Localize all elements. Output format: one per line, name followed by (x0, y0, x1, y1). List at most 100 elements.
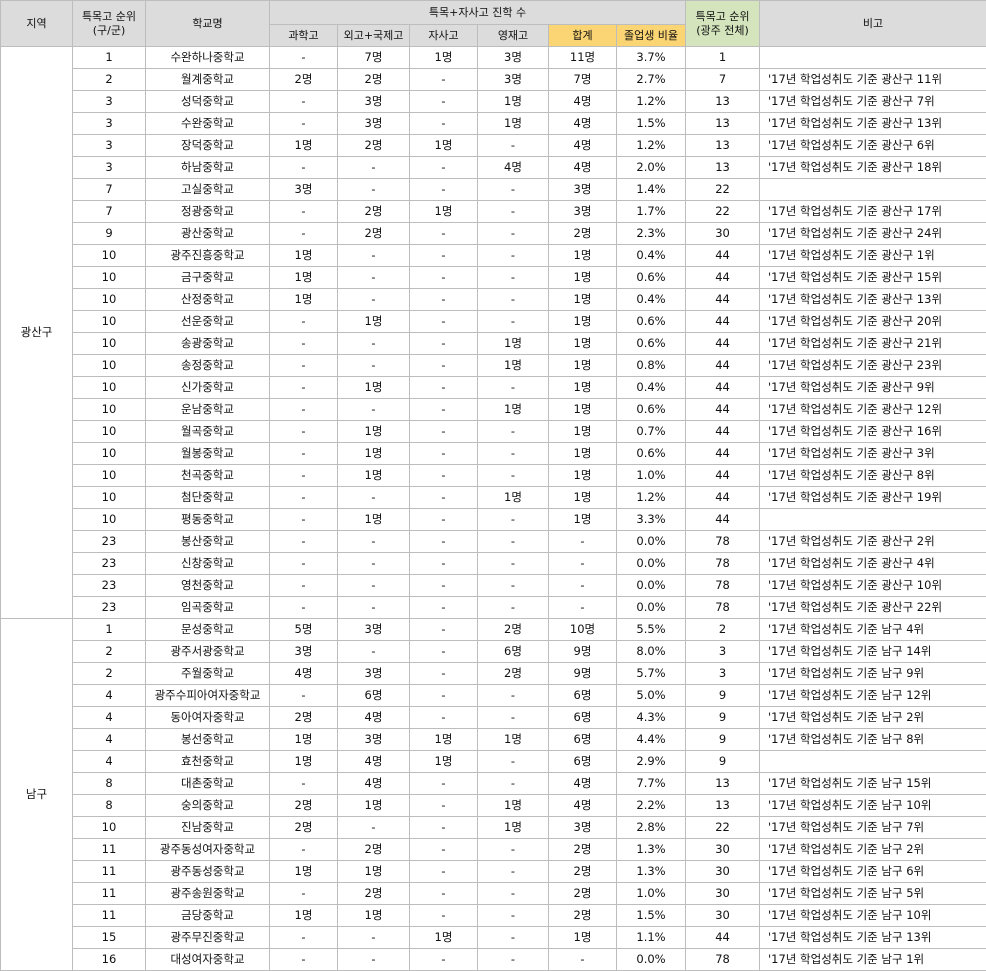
gifted-cell: - (477, 706, 549, 729)
total-cell: 1명 (548, 288, 617, 311)
science-cell: - (269, 552, 338, 575)
gifted-cell: 1명 (477, 728, 549, 751)
private-cell: - (409, 332, 478, 355)
ratio-cell: 5.7% (615, 662, 687, 685)
gifted-cell: - (477, 376, 549, 399)
science-cell: 5명 (269, 618, 338, 641)
science-cell: - (269, 222, 338, 245)
note-cell: '17년 학업성취도 기준 남구 5위 (759, 882, 986, 905)
total-cell: 1명 (548, 420, 617, 443)
school-name-cell: 광주송원중학교 (145, 882, 270, 905)
table-row: 10 진남중학교 2명 - -1명 3명 2.8% 22'17년 학업성취도 기준 남구 7위 (1, 816, 986, 839)
table-row: 10 송정중학교 - - -1명 1명 0.8% 44'17년 학업성취도 기준 광산구 23… (1, 354, 986, 377)
rank-gu-cell: 4 (72, 706, 146, 729)
note-cell: '17년 학업성취도 기준 광산구 13위 (759, 112, 986, 135)
total-cell: 4명 (548, 772, 617, 795)
foreign-cell: - (337, 574, 410, 597)
gifted-cell: - (477, 178, 549, 201)
foreign-cell: 3명 (337, 90, 410, 113)
table-row: 9 광산중학교 -2명 - -2명 2.3% 30'17년 학업성취도 기준 광산구 24위 (1, 222, 986, 245)
rank-gu-cell: 10 (72, 486, 146, 509)
table-row: 8 대촌중학교 -4명 - -4명 7.7% 13'17년 학업성취도 기준 남구 15위 (1, 772, 986, 795)
rank-all-cell: 30 (685, 904, 761, 927)
school-name-cell: 신가중학교 (145, 376, 270, 399)
rank-gu-cell: 10 (72, 398, 146, 421)
table-row: 7 고실중학교 3명 - - -3명 1.4% 22 (1, 178, 986, 201)
table-row: 8 숭의중학교 2명 1명 -1명 4명 2.2% 13'17년 학업성취도 기준 남구 10… (1, 794, 986, 817)
school-name-cell: 금구중학교 (145, 266, 270, 289)
note-cell: '17년 학업성취도 기준 광산구 12위 (759, 398, 986, 421)
ratio-cell: 1.2% (615, 90, 687, 113)
private-cell: - (409, 68, 478, 91)
foreign-cell: 1명 (337, 310, 410, 333)
private-cell: - (409, 90, 478, 113)
private-cell: - (409, 310, 478, 333)
science-cell: 1명 (269, 266, 338, 289)
foreign-cell: 3명 (337, 662, 410, 685)
ratio-cell: 0.0% (615, 596, 687, 619)
foreign-cell: 1명 (337, 794, 410, 817)
total-cell: 1명 (548, 926, 617, 949)
gifted-cell: 2명 (477, 618, 549, 641)
gifted-cell: - (477, 288, 549, 311)
table-row: 3 하남중학교 - - -4명 4명 2.0% 13'17년 학업성취도 기준 광산구 18위 (1, 156, 986, 179)
table-row: 4 동아여자중학교 2명 4명 - -6명 4.3% 9'17년 학업성취도 기준 남구 2위 (1, 706, 986, 729)
note-cell (759, 178, 986, 201)
table-row: 11 금당중학교 1명 1명 - -2명 1.5% 30'17년 학업성취도 기준 남구 10… (1, 904, 986, 927)
foreign-cell: - (337, 948, 410, 971)
foreign-cell: 1명 (337, 904, 410, 927)
science-cell: - (269, 508, 338, 531)
rank-all-cell: 13 (685, 112, 761, 135)
rank-all-cell: 22 (685, 816, 761, 839)
ratio-cell: 0.4% (615, 376, 687, 399)
total-cell: - (548, 574, 617, 597)
private-cell: - (409, 794, 478, 817)
private-cell: - (409, 354, 478, 377)
rank-gu-cell: 1 (72, 46, 146, 69)
rank-all-cell: 2 (685, 618, 761, 641)
foreign-cell: - (337, 266, 410, 289)
private-cell: - (409, 860, 478, 883)
note-cell: '17년 학업성취도 기준 남구 2위 (759, 838, 986, 861)
note-cell: '17년 학업성취도 기준 남구 7위 (759, 816, 986, 839)
ratio-cell: 2.3% (615, 222, 687, 245)
table-row: 23 봉산중학교 - - - - -0.0% 78'17년 학업성취도 기준 광산구 2위 (1, 530, 986, 553)
science-cell: - (269, 156, 338, 179)
table-row: 10 천곡중학교 -1명 - -1명 1.0% 44'17년 학업성취도 기준 광산구 8위 (1, 464, 986, 487)
private-cell: - (409, 420, 478, 443)
total-cell: 7명 (548, 68, 617, 91)
table-row: 10 산정중학교 1명 - - -1명 0.4% 44'17년 학업성취도 기준 광산구 13… (1, 288, 986, 311)
school-ranking-table: 지역 특목고 순위 (구/군) 학교명 특목+자사고 진학 수 특목고 순위 (… (0, 0, 986, 971)
rank-all-cell: 78 (685, 948, 761, 971)
science-cell: - (269, 684, 338, 707)
foreign-cell: 6명 (337, 684, 410, 707)
foreign-cell: - (337, 926, 410, 949)
ratio-cell: 4.3% (615, 706, 687, 729)
private-cell: 1명 (409, 134, 478, 157)
ratio-cell: 5.5% (615, 618, 687, 641)
school-name-cell: 금당중학교 (145, 904, 270, 927)
rank-all-cell: 3 (685, 640, 761, 663)
total-cell: - (548, 596, 617, 619)
gifted-cell: - (477, 464, 549, 487)
science-cell: - (269, 46, 338, 69)
note-cell: '17년 학업성취도 기준 광산구 7위 (759, 90, 986, 113)
science-cell: 1명 (269, 134, 338, 157)
science-cell: - (269, 112, 338, 135)
gifted-cell: - (477, 838, 549, 861)
gifted-cell: 1명 (477, 90, 549, 113)
private-cell: 1명 (409, 200, 478, 223)
private-cell: - (409, 662, 478, 685)
header-foreign: 외고+국제고 (337, 24, 410, 47)
science-cell: - (269, 90, 338, 113)
foreign-cell: 4명 (337, 772, 410, 795)
foreign-cell: 3명 (337, 112, 410, 135)
rank-gu-cell: 10 (72, 816, 146, 839)
note-cell: '17년 학업성취도 기준 남구 9위 (759, 662, 986, 685)
note-cell: '17년 학업성취도 기준 남구 2위 (759, 706, 986, 729)
science-cell: - (269, 310, 338, 333)
total-cell: 1명 (548, 376, 617, 399)
school-name-cell: 월계중학교 (145, 68, 270, 91)
rank-all-cell: 44 (685, 464, 761, 487)
private-cell: - (409, 552, 478, 575)
